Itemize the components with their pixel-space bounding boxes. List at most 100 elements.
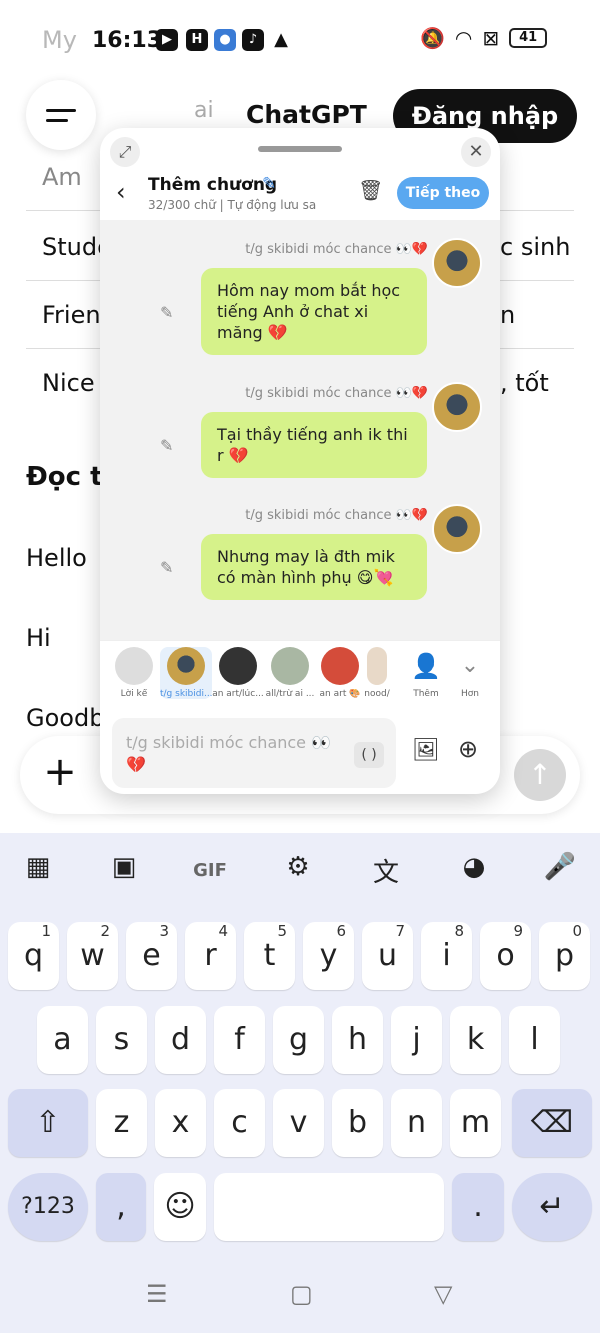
drag-handle[interactable] xyxy=(258,146,342,152)
symbols-key[interactable]: ?123 xyxy=(8,1173,88,1241)
character-item[interactable]: nood/ xyxy=(362,647,392,699)
edit-title-icon[interactable]: ✎ xyxy=(262,174,276,194)
message-bubble[interactable]: Tại thầy tiếng anh ik thi r 💔 xyxy=(201,412,427,478)
image-icon[interactable]: 🖼 xyxy=(412,738,440,763)
status-ghost-text: My xyxy=(42,26,77,54)
next-button[interactable]: Tiếp theo xyxy=(397,177,489,209)
key-e[interactable]: e3 xyxy=(126,922,177,990)
key-r[interactable]: r4 xyxy=(185,922,236,990)
emoji-key[interactable]: ☺ xyxy=(154,1173,206,1241)
expand-icon[interactable]: ⤢ xyxy=(110,137,140,167)
bg-row-left: Am xyxy=(42,163,82,191)
key-l[interactable]: l xyxy=(509,1006,560,1074)
narrator-icon xyxy=(115,647,153,685)
key-digit-hint: 1 xyxy=(41,922,51,940)
key-t[interactable]: t5 xyxy=(244,922,295,990)
key-j[interactable]: j xyxy=(391,1006,442,1074)
backspace-key[interactable]: ⌫ xyxy=(512,1089,592,1157)
mute-icon: 🔕 xyxy=(420,26,445,50)
key-o[interactable]: o9 xyxy=(480,922,531,990)
character-item[interactable]: all/trừ ai ... xyxy=(264,647,316,699)
input-placeholder: t/g skibidi móc chance 👀 💔 xyxy=(126,733,332,774)
key-q[interactable]: q1 xyxy=(8,922,59,990)
key-digit-hint: 8 xyxy=(454,922,464,940)
key-d[interactable]: d xyxy=(155,1006,206,1074)
translate-icon[interactable]: 文 xyxy=(366,852,406,889)
bg-row-left: Frien xyxy=(42,301,101,329)
key-i[interactable]: i8 xyxy=(421,922,472,990)
enter-key[interactable]: ↵ xyxy=(512,1173,592,1241)
back-icon[interactable]: ‹ xyxy=(116,178,126,206)
key-u[interactable]: u7 xyxy=(362,922,413,990)
key-n[interactable]: n xyxy=(391,1089,442,1157)
key-v[interactable]: v xyxy=(273,1089,324,1157)
menu-icon-line xyxy=(46,108,76,112)
add-chapter-popup: ⤢ ✕ ‹ Thêm chương ✎ 32/300 chữ | Tự động… xyxy=(100,128,500,794)
close-icon[interactable]: ✕ xyxy=(461,137,491,167)
bg-row-right: , tốt xyxy=(500,369,549,397)
settings-gear-icon[interactable]: ⚙ xyxy=(278,852,318,882)
character-label: nood/ xyxy=(364,689,390,699)
plus-icon[interactable]: + xyxy=(40,752,80,792)
key-h[interactable]: h xyxy=(332,1006,383,1074)
palette-icon[interactable]: ◕ xyxy=(454,852,494,882)
edit-message-icon[interactable]: ✎ xyxy=(160,303,173,322)
trash-icon[interactable]: 🗑 xyxy=(358,178,383,202)
word-item[interactable]: Hello xyxy=(26,544,87,572)
edit-message-icon[interactable]: ✎ xyxy=(160,436,173,455)
character-item[interactable]: an art/lúc... xyxy=(212,647,264,699)
key-w[interactable]: w2 xyxy=(67,922,118,990)
more-label: Hơn xyxy=(461,689,479,699)
avatar[interactable] xyxy=(432,504,482,554)
character-item[interactable]: an art 🎨 xyxy=(314,647,366,699)
microphone-icon[interactable]: 🎤 xyxy=(540,852,580,882)
send-button[interactable]: ↑ xyxy=(514,749,566,801)
popup-title: Thêm chương xyxy=(148,175,278,195)
more-button[interactable]: ⌄ Hơn xyxy=(444,647,496,699)
key-k[interactable]: k xyxy=(450,1006,501,1074)
space-key[interactable] xyxy=(214,1173,444,1241)
character-item[interactable]: t/g skibidi... xyxy=(160,647,212,699)
add-circle-icon[interactable]: ⊕ xyxy=(458,735,478,763)
apps-grid-icon[interactable]: ▦ xyxy=(18,852,58,882)
shift-key[interactable]: ⇧ xyxy=(8,1089,88,1157)
key-s[interactable]: s xyxy=(96,1006,147,1074)
comma-key[interactable]: , xyxy=(96,1173,146,1241)
nav-menu-icon[interactable]: ☰ xyxy=(146,1280,168,1308)
key-g[interactable]: g xyxy=(273,1006,324,1074)
battery-icon: 41 xyxy=(509,28,548,48)
menu-button[interactable] xyxy=(26,80,96,150)
keyboard xyxy=(0,833,600,1333)
status-time: 16:13 xyxy=(92,28,163,53)
word-item[interactable]: Hi xyxy=(26,624,51,652)
sticker-icon[interactable]: ▣ xyxy=(104,852,144,882)
bg-row-left: Nice xyxy=(42,369,95,397)
nav-back-icon[interactable]: ▽ xyxy=(434,1280,452,1308)
key-f[interactable]: f xyxy=(214,1006,265,1074)
word-item[interactable]: Goodb xyxy=(26,704,104,732)
nav-home-icon[interactable]: ▢ xyxy=(290,1280,313,1308)
key-z[interactable]: z xyxy=(96,1089,147,1157)
key-y[interactable]: y6 xyxy=(303,922,354,990)
key-b[interactable]: b xyxy=(332,1089,383,1157)
avatar[interactable] xyxy=(432,238,482,288)
avatar xyxy=(367,647,387,685)
avatar[interactable] xyxy=(432,382,482,432)
key-c[interactable]: c xyxy=(214,1089,265,1157)
key-a[interactable]: a xyxy=(37,1006,88,1074)
gif-icon[interactable]: GIF xyxy=(190,860,230,881)
character-narrator[interactable]: Lời kể xyxy=(108,647,160,699)
character-label: Lời kể xyxy=(120,689,148,699)
period-key[interactable]: . xyxy=(452,1173,504,1241)
key-x[interactable]: x xyxy=(155,1089,206,1157)
message-bubble[interactable]: Nhưng may là đth mik có màn hình phụ 😋💘 xyxy=(201,534,427,600)
key-p[interactable]: p0 xyxy=(539,922,590,990)
key-m[interactable]: m xyxy=(450,1089,501,1157)
status-app-icon: ● xyxy=(214,29,236,51)
message-bubble[interactable]: Hôm nay mom bắt học tiếng Anh ở chat xi … xyxy=(201,268,427,355)
edit-message-icon[interactable]: ✎ xyxy=(160,558,173,577)
key-digit-hint: 2 xyxy=(100,922,110,940)
paren-button[interactable]: ( ) xyxy=(354,742,384,768)
popup-subtitle: 32/300 chữ | Tự động lưu sa xyxy=(148,198,317,212)
section-title: Đọc t xyxy=(26,462,103,492)
